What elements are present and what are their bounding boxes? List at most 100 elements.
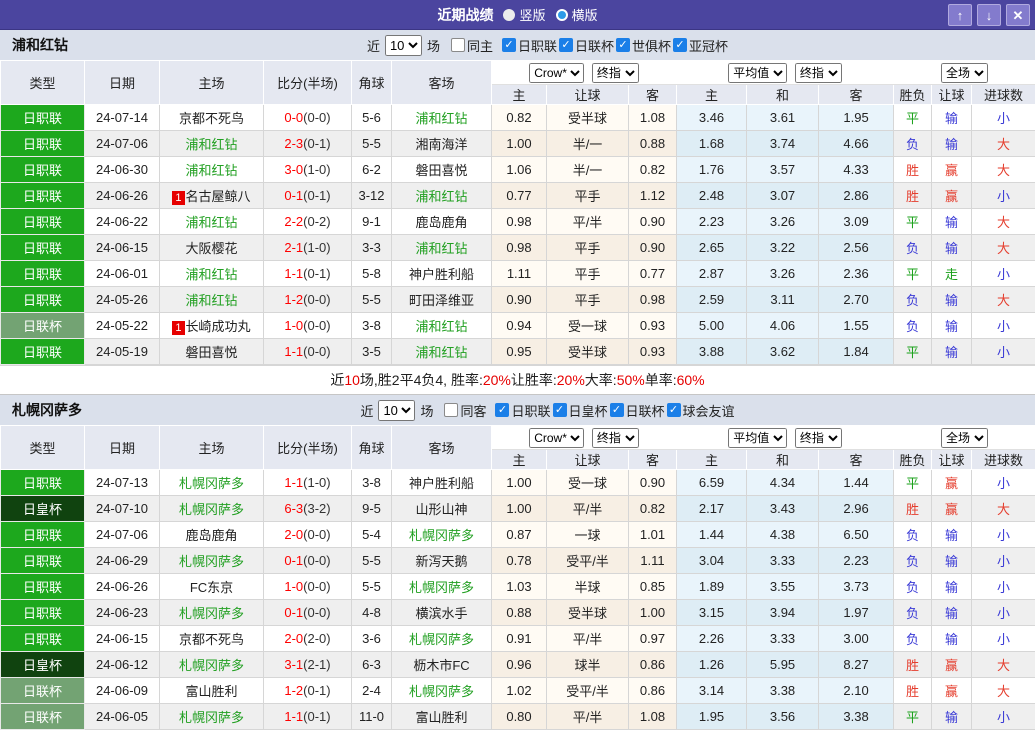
fulltime-score: 0-1: [284, 188, 303, 203]
avg-home-cell: 2.26: [677, 626, 747, 652]
home-team-name: 京都不死鸟: [179, 632, 244, 647]
odds-away-cell: 1.08: [629, 704, 677, 730]
layout-radio-vertical[interactable]: 竖版: [503, 5, 545, 24]
home-team-cell: 浦和红钻: [160, 287, 264, 313]
odds-time-select[interactable]: 终指: [592, 63, 639, 83]
match-date: 24-06-30: [85, 157, 160, 183]
away-team-cell: 浦和红钻: [392, 105, 492, 131]
away-team-cell: 磐田喜悦: [392, 157, 492, 183]
league-filter-checkbox[interactable]: ✓日联杯: [610, 401, 665, 420]
col-avg-away: 客: [819, 85, 894, 105]
checkbox-checked-icon: ✓: [616, 38, 630, 52]
col-away: 客场: [392, 61, 492, 105]
league-type-cell: 日职联: [1, 209, 85, 235]
home-team-name: 札幌冈萨多: [179, 502, 244, 517]
recent-count-select[interactable]: 10: [378, 400, 415, 421]
league-filter-checkbox[interactable]: ✓日职联: [502, 36, 557, 55]
away-team-name: 浦和红钻: [415, 319, 467, 334]
odds-away-cell: 0.98: [629, 287, 677, 313]
average-time-select[interactable]: 终指: [795, 63, 842, 83]
recent-label: 近: [367, 36, 380, 55]
arrow-up-icon: ↑: [957, 8, 964, 23]
avg-away-cell: 1.97: [819, 600, 894, 626]
odds-home-cell: 0.80: [492, 704, 547, 730]
scope-select[interactable]: 全场: [941, 428, 988, 448]
col-corner: 角球: [352, 61, 392, 105]
corner-count: 3-3: [352, 235, 392, 261]
league-type-cell: 日联杯: [1, 704, 85, 730]
league-filter-checkbox[interactable]: ✓球会友谊: [667, 401, 735, 420]
avg-draw-cell: 3.26: [747, 261, 819, 287]
odds-away-cell: 0.90: [629, 209, 677, 235]
odds-home-cell: 1.02: [492, 678, 547, 704]
score-cell: 3-0(1-0): [264, 157, 352, 183]
odds-away-cell: 0.88: [629, 131, 677, 157]
home-team-name: 浦和红钻: [185, 163, 237, 178]
avg-draw-cell: 3.62: [747, 339, 819, 365]
bookmaker-select[interactable]: Crow*: [529, 428, 584, 448]
match-date: 24-07-06: [85, 131, 160, 157]
bookmaker-select[interactable]: Crow*: [529, 63, 584, 83]
result-cell: 平: [894, 704, 932, 730]
scope-select[interactable]: 全场: [941, 63, 988, 83]
league-type-cell: 日职联: [1, 626, 85, 652]
handicap-cell: 受半球: [547, 339, 629, 365]
away-team-name: 磐田喜悦: [415, 163, 467, 178]
away-team-cell: 札幌冈萨多: [392, 522, 492, 548]
avg-draw-cell: 3.56: [747, 704, 819, 730]
corner-count: 11-0: [352, 704, 392, 730]
close-button[interactable]: ✕: [1006, 4, 1030, 26]
result-cell: 负: [894, 313, 932, 339]
col-odds-away: 客: [629, 85, 677, 105]
summary-text-segment: 场,胜2平4负4, 胜率:: [360, 370, 483, 390]
goals-result-cell: 大: [972, 287, 1035, 313]
result-cell: 负: [894, 626, 932, 652]
league-filter-checkbox[interactable]: ✓日联杯: [559, 36, 614, 55]
home-team-cell: 札幌冈萨多: [160, 470, 264, 496]
match-row: 日职联24-07-06浦和红钻2-3(0-1)5-5湘南海洋1.00半/一0.8…: [1, 131, 1035, 157]
same-venue-checkbox[interactable]: 同主: [451, 36, 493, 55]
handicap-result-cell: 赢: [932, 652, 972, 678]
recent-count-select[interactable]: 10: [385, 35, 422, 56]
titlebar: 近期战绩 竖版 横版 ↑ ↓ ✕: [0, 0, 1035, 30]
avg-home-cell: 2.87: [677, 261, 747, 287]
away-team-cell: 鹿岛鹿角: [392, 209, 492, 235]
match-date: 24-05-19: [85, 339, 160, 365]
handicap-cell: 平手: [547, 183, 629, 209]
odds-home-cell: 0.87: [492, 522, 547, 548]
odds-away-cell: 0.82: [629, 496, 677, 522]
checkbox-checked-icon: ✓: [502, 38, 516, 52]
league-filter-checkbox[interactable]: ✓世俱杯: [616, 36, 671, 55]
odds-time-select[interactable]: 终指: [592, 428, 639, 448]
layout-radio-horizontal[interactable]: 横版: [556, 5, 598, 24]
odds-away-cell: 1.12: [629, 183, 677, 209]
league-filter-checkbox[interactable]: ✓日皇杯: [553, 401, 608, 420]
bookmaker-group-header: Crow* 终指: [492, 61, 677, 85]
match-date: 24-06-23: [85, 600, 160, 626]
league-filter-checkbox[interactable]: ✓日职联: [495, 401, 550, 420]
result-cell: 胜: [894, 157, 932, 183]
score-cell: 0-0(0-0): [264, 105, 352, 131]
away-team-cell: 枥木市FC: [392, 652, 492, 678]
scroll-up-button[interactable]: ↑: [948, 4, 972, 26]
average-select[interactable]: 平均值: [728, 63, 787, 83]
goals-result-cell: 小: [972, 574, 1035, 600]
filter-controls: 近 10 场 同主 ✓日职联✓日联杯✓世俱杯✓亚冠杯: [307, 35, 728, 56]
handicap-result-cell: 输: [932, 339, 972, 365]
average-time-select[interactable]: 终指: [795, 428, 842, 448]
score-cell: 1-2(0-1): [264, 678, 352, 704]
halftime-score: (1-0): [303, 475, 330, 490]
corner-count: 5-4: [352, 522, 392, 548]
handicap-cell: 平/半: [547, 626, 629, 652]
scroll-down-button[interactable]: ↓: [977, 4, 1001, 26]
league-filter-label: 日联杯: [626, 401, 665, 420]
corner-count: 5-5: [352, 131, 392, 157]
league-filter-checkbox[interactable]: ✓亚冠杯: [673, 36, 728, 55]
team-section-sapporo: 札幌冈萨多 近 10 场 同客 ✓日职联✓日皇杯✓日联杯✓球会友谊: [0, 395, 1035, 730]
same-venue-checkbox[interactable]: 同客: [444, 401, 486, 420]
avg-draw-cell: 3.11: [747, 287, 819, 313]
average-select[interactable]: 平均值: [728, 428, 787, 448]
avg-away-cell: 4.33: [819, 157, 894, 183]
team-name: 札幌冈萨多: [12, 400, 82, 420]
summary-text-segment: 60%: [677, 372, 705, 388]
